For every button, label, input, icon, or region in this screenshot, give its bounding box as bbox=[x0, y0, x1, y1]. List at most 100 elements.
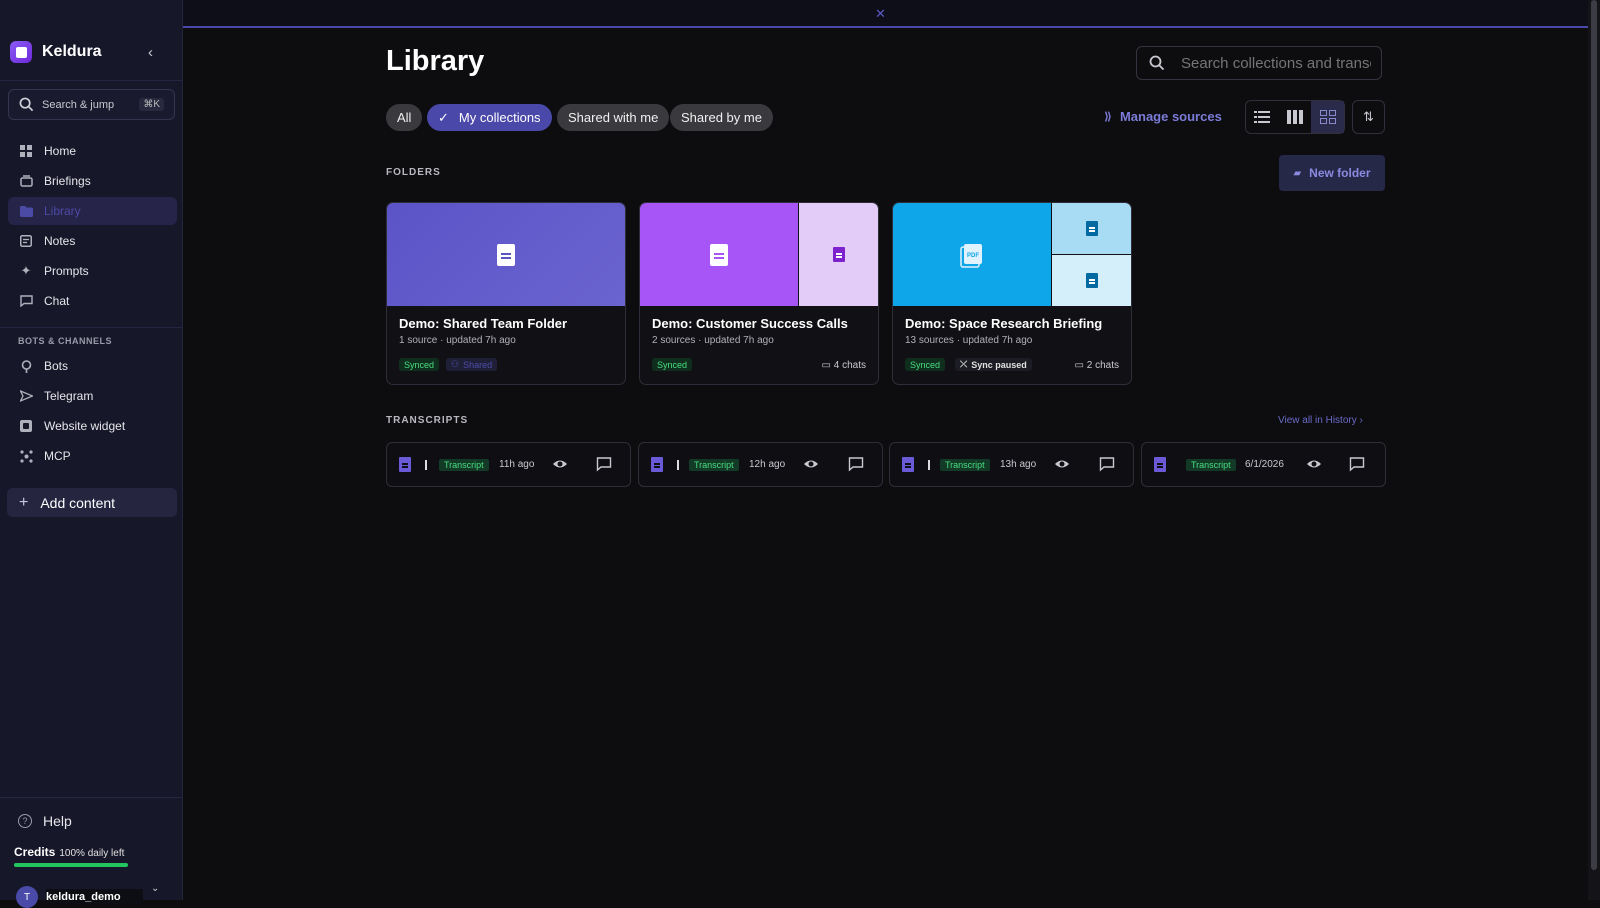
sidebar-item-label: Home bbox=[44, 144, 77, 158]
collapse-sidebar-icon[interactable]: ‹ bbox=[148, 44, 153, 61]
widget-icon bbox=[19, 419, 33, 433]
chevron-down-icon[interactable]: ⌄ bbox=[151, 883, 159, 894]
sort-button[interactable]: ⇅ bbox=[1352, 100, 1385, 134]
document-icon bbox=[497, 243, 515, 266]
brand[interactable]: Keldura bbox=[10, 41, 102, 63]
section-label: BOTS & CHANNELS bbox=[18, 336, 113, 346]
library-search[interactable] bbox=[1136, 46, 1382, 80]
list-view-icon[interactable] bbox=[1246, 101, 1279, 133]
document-icon bbox=[832, 247, 845, 262]
chat-icon[interactable] bbox=[1349, 456, 1365, 472]
sidebar-item-prompts[interactable]: ✦ Prompts bbox=[8, 257, 177, 285]
folder-card[interactable]: Demo: Customer Success Calls 2 sources ·… bbox=[639, 202, 879, 385]
eye-icon[interactable] bbox=[1306, 456, 1322, 472]
credits: Credits 100% daily left bbox=[14, 845, 124, 859]
scrollbar-thumb[interactable] bbox=[1591, 0, 1597, 870]
divider bbox=[0, 80, 183, 81]
document-icon bbox=[399, 457, 411, 472]
close-banner-icon[interactable]: ✕ bbox=[875, 6, 886, 22]
sidebar-item-telegram[interactable]: Telegram bbox=[8, 382, 177, 410]
chats-count[interactable]: ▭ 2 chats bbox=[1075, 360, 1119, 371]
shared-badge: ⚇ Shared bbox=[446, 358, 498, 371]
search-input[interactable] bbox=[1181, 54, 1371, 72]
status-badge: Synced bbox=[905, 358, 946, 371]
signal-icon: ⟫ bbox=[1104, 111, 1112, 123]
transcript-time: 12h ago bbox=[749, 459, 786, 470]
user-menu[interactable]: T keldura_demo bbox=[16, 886, 143, 908]
manage-sources-label: Manage sources bbox=[1119, 109, 1222, 124]
transcript-tag: Transcript bbox=[1186, 459, 1236, 471]
sidebar-item-home[interactable]: Home bbox=[8, 137, 177, 165]
logo-icon bbox=[10, 41, 32, 63]
scrollbar[interactable] bbox=[1588, 0, 1600, 900]
chats-count[interactable]: ▭ 4 chats bbox=[822, 360, 866, 371]
check-icon: ✓ bbox=[438, 109, 449, 125]
sidebar-item-mcp[interactable]: MCP bbox=[8, 442, 177, 470]
brand-name: Keldura bbox=[42, 43, 102, 60]
folder-card[interactable]: PDF Demo: Space Research Briefing 13 sou… bbox=[892, 202, 1132, 385]
folder-thumbnail: PDF bbox=[893, 203, 1051, 306]
credits-value: 100% daily left bbox=[59, 848, 125, 859]
sidebar-item-briefings[interactable]: Briefings bbox=[8, 167, 177, 195]
main-content: Library All ✓ My collections Shared with … bbox=[183, 28, 1588, 900]
divider bbox=[0, 797, 183, 798]
chats-label: 4 chats bbox=[833, 360, 866, 371]
sidebar-item-chat[interactable]: Chat bbox=[8, 287, 177, 315]
sidebar-item-bots[interactable]: Bots bbox=[8, 352, 177, 380]
help-button[interactable]: ? Help bbox=[18, 813, 72, 829]
sidebar-item-label: Briefings bbox=[44, 174, 91, 188]
sync-paused-label: Sync paused bbox=[971, 359, 1027, 370]
document-icon bbox=[710, 243, 728, 266]
shared-badge-label: Shared bbox=[463, 359, 493, 370]
eye-icon[interactable] bbox=[803, 456, 819, 472]
transcript-card[interactable]: Transcript 12h ago bbox=[638, 442, 883, 487]
chat-icon[interactable] bbox=[596, 456, 612, 472]
bot-icon bbox=[19, 359, 33, 373]
chats-label: 2 chats bbox=[1086, 360, 1119, 371]
columns-view-icon[interactable] bbox=[1279, 101, 1312, 133]
avatar: T bbox=[16, 886, 38, 908]
folders-heading: FOLDERS bbox=[386, 167, 441, 178]
add-content-button[interactable]: + Add content bbox=[7, 488, 177, 517]
transcript-card[interactable]: Transcript 11h ago bbox=[386, 442, 631, 487]
filter-my-collections[interactable]: ✓ My collections bbox=[427, 104, 552, 131]
sparkle-icon: ✦ bbox=[20, 263, 32, 278]
telegram-icon bbox=[19, 389, 33, 403]
sidebar: Keldura ‹ Search & jump ⌘K Home Briefing… bbox=[0, 0, 183, 908]
grid-view-icon[interactable] bbox=[1311, 101, 1345, 133]
new-folder-button[interactable]: ▰ New folder bbox=[1279, 155, 1385, 191]
chevron-right-icon: › bbox=[1359, 415, 1363, 426]
sidebar-item-label: Library bbox=[44, 204, 81, 218]
view-all-label: View all in History bbox=[1278, 415, 1357, 426]
top-banner: ✕ bbox=[183, 0, 1588, 28]
filter-shared-by-me[interactable]: Shared by me bbox=[670, 104, 773, 131]
folder-card[interactable]: Demo: Shared Team Folder 1 source · upda… bbox=[386, 202, 626, 385]
sidebar-item-website-widget[interactable]: Website widget bbox=[8, 412, 177, 440]
sidebar-item-library[interactable]: Library bbox=[8, 197, 177, 225]
view-all-history-link[interactable]: View all in History › bbox=[1278, 415, 1363, 426]
transcript-time: 6/1/2026 bbox=[1245, 459, 1284, 470]
sidebar-item-label: Prompts bbox=[44, 264, 89, 278]
folder-thumbnail bbox=[387, 203, 625, 306]
chat-icon[interactable] bbox=[848, 456, 864, 472]
filter-label: Shared with me bbox=[568, 110, 659, 125]
filter-shared-with-me[interactable]: Shared with me bbox=[557, 104, 670, 131]
sidebar-item-notes[interactable]: Notes bbox=[8, 227, 177, 255]
transcript-tag: Transcript bbox=[439, 459, 489, 471]
sidebar-item-label: Notes bbox=[44, 234, 76, 248]
filter-all[interactable]: All bbox=[386, 104, 423, 131]
eye-icon[interactable] bbox=[1054, 456, 1070, 472]
view-toggle bbox=[1245, 100, 1345, 134]
eye-icon[interactable] bbox=[552, 456, 568, 472]
sidebar-item-label: Bots bbox=[44, 359, 69, 373]
manage-sources-button[interactable]: ⟫ Manage sources bbox=[1104, 109, 1222, 124]
search-jump-button[interactable]: Search & jump ⌘K bbox=[8, 89, 175, 120]
folder-icon bbox=[19, 204, 33, 218]
credits-progress-fill bbox=[14, 863, 128, 867]
folder-name: Demo: Space Research Briefing bbox=[905, 316, 1103, 331]
transcript-card[interactable]: Transcript 13h ago bbox=[889, 442, 1134, 487]
folder-thumbnail-tertiary bbox=[1052, 255, 1131, 306]
plus-icon: + bbox=[19, 493, 29, 511]
transcript-card[interactable]: Transcript 6/1/2026 bbox=[1141, 442, 1386, 487]
chat-icon[interactable] bbox=[1099, 456, 1115, 472]
